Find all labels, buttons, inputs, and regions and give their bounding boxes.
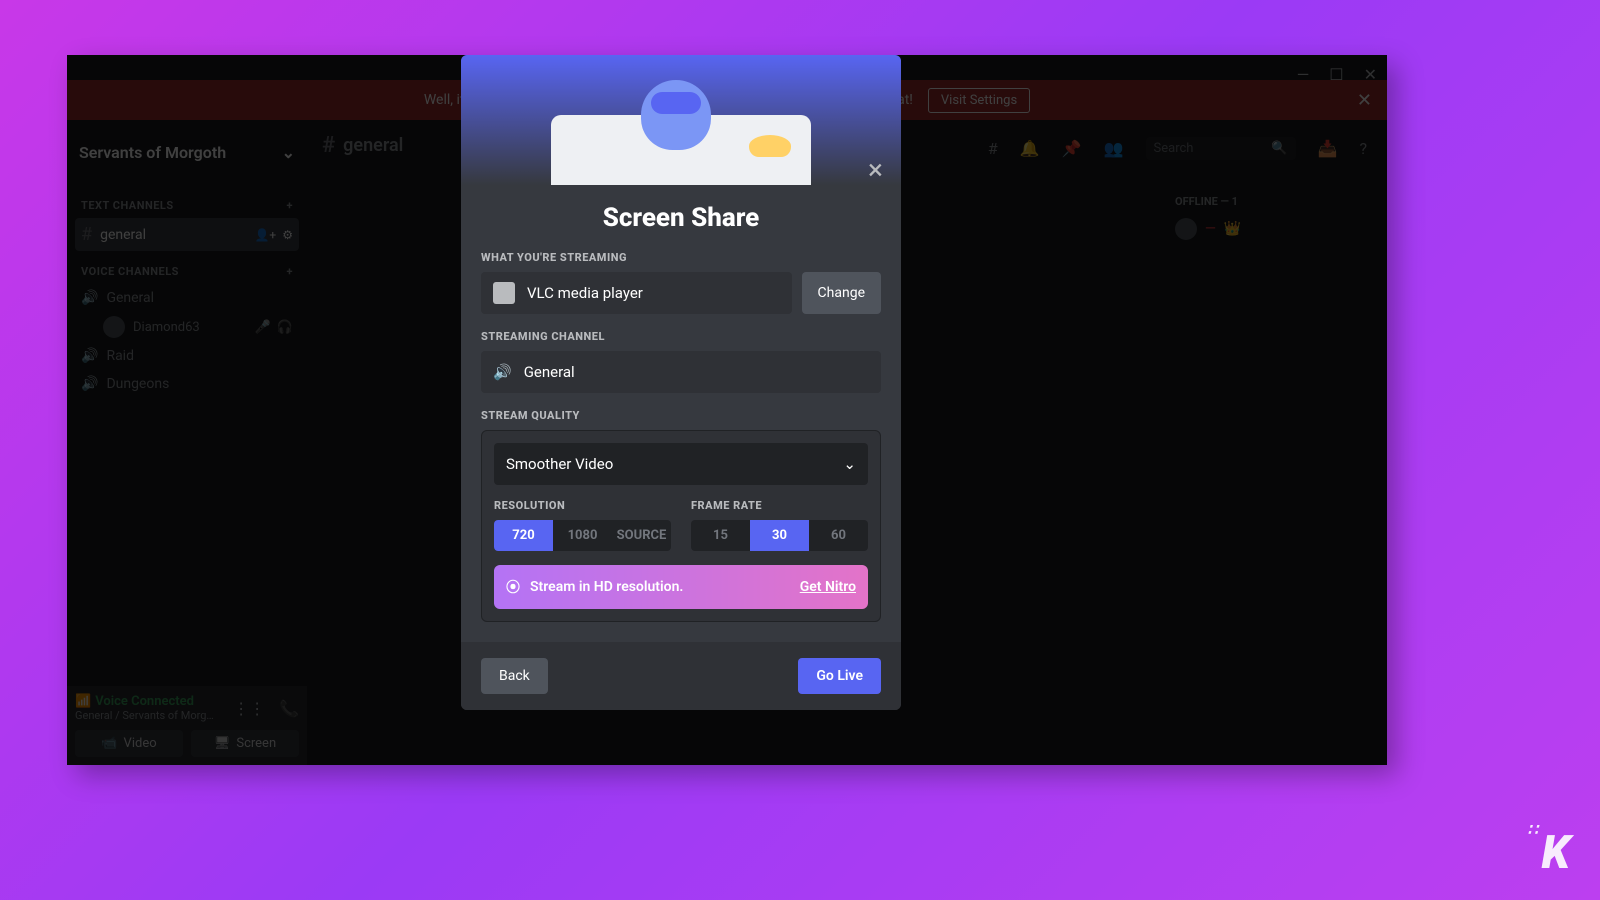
- chevron-down-icon: ⌄: [843, 455, 856, 473]
- framerate-label: FRAME RATE: [691, 499, 868, 512]
- streaming-channel-label: STREAMING CHANNEL: [481, 330, 881, 343]
- resolution-label: RESOLUTION: [494, 499, 671, 512]
- modal-footer: Back Go Live: [461, 642, 901, 710]
- resolution-option-source[interactable]: SOURCE: [612, 520, 671, 551]
- modal-title: Screen Share: [481, 203, 881, 233]
- framerate-option-15[interactable]: 15: [691, 520, 750, 551]
- what-streaming-label: WHAT YOU'RE STREAMING: [481, 251, 881, 264]
- go-live-button[interactable]: Go Live: [798, 658, 881, 694]
- framerate-selector: 15 30 60: [691, 520, 868, 551]
- watermark-logo: ∷K: [1541, 826, 1570, 880]
- change-source-button[interactable]: Change: [802, 272, 881, 314]
- resolution-option-720[interactable]: 720: [494, 520, 553, 551]
- screen-share-modal: × Screen Share WHAT YOU'RE STREAMING VLC…: [461, 55, 901, 710]
- get-nitro-link[interactable]: Get Nitro: [800, 579, 856, 595]
- back-button[interactable]: Back: [481, 658, 548, 694]
- quality-preset-dropdown[interactable]: Smoother Video ⌄: [494, 443, 868, 485]
- speaker-icon: 🔊: [493, 363, 512, 381]
- framerate-option-30[interactable]: 30: [750, 520, 809, 551]
- nitro-upsell-banner: ⦿ Stream in HD resolution. Get Nitro: [494, 565, 868, 609]
- nitro-icon: ⦿: [506, 577, 520, 597]
- streaming-source: VLC media player: [481, 272, 792, 314]
- framerate-option-60[interactable]: 60: [809, 520, 868, 551]
- wumpus-illustration: [641, 80, 711, 150]
- modal-hero: [461, 55, 901, 185]
- app-window: — ☐ ✕ Well, it looks like Discord is not…: [67, 55, 1387, 765]
- close-modal-button[interactable]: ×: [868, 153, 883, 186]
- window-icon: [493, 282, 515, 304]
- quality-settings: Smoother Video ⌄ RESOLUTION 720 1080 SOU…: [481, 430, 881, 622]
- stream-quality-label: STREAM QUALITY: [481, 409, 881, 422]
- resolution-selector: 720 1080 SOURCE: [494, 520, 671, 551]
- resolution-option-1080[interactable]: 1080: [553, 520, 612, 551]
- streaming-channel-select[interactable]: 🔊 General: [481, 351, 881, 393]
